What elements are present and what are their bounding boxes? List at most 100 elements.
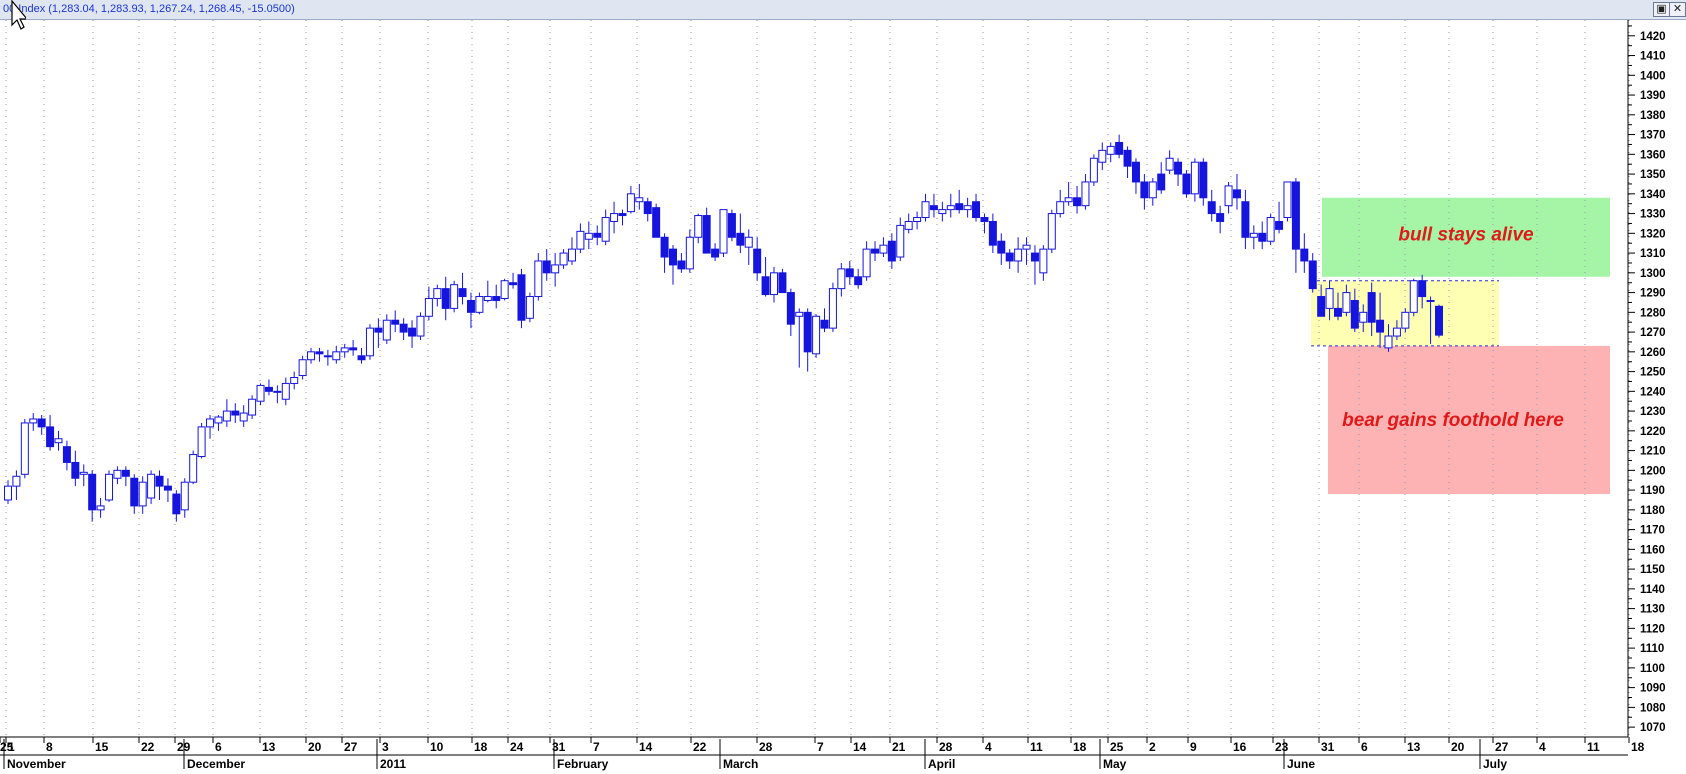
candle-body	[946, 205, 955, 211]
candle-body	[433, 288, 442, 300]
candle-body	[172, 493, 181, 515]
y-tick-label: 1090	[1640, 683, 1666, 695]
candle-body	[567, 248, 576, 262]
candle-body	[1030, 252, 1039, 262]
candle-body	[340, 347, 349, 353]
candle-body	[1047, 213, 1056, 250]
candle-body	[761, 276, 770, 296]
candle-body	[189, 454, 198, 483]
candle-body	[635, 197, 644, 203]
candle-body	[1266, 217, 1275, 242]
candle-body	[551, 264, 560, 274]
candle-body	[357, 355, 366, 361]
candle-body	[46, 426, 55, 448]
candle-body	[1283, 181, 1292, 219]
candle-body	[424, 298, 433, 317]
candle-body	[610, 213, 619, 222]
close-icon[interactable]: ✕	[1669, 2, 1686, 17]
candle-body	[483, 296, 492, 301]
candle-body	[887, 240, 896, 262]
candle-body	[509, 282, 518, 286]
candle-body	[458, 288, 467, 298]
x-day-label: 3	[382, 740, 389, 754]
candle-body	[180, 481, 189, 511]
candle-body	[862, 248, 871, 278]
candle-body	[1350, 299, 1359, 329]
candle-body	[1241, 201, 1250, 238]
candle-body	[105, 473, 114, 501]
x-day-label: 21	[892, 740, 906, 754]
candle-body	[492, 296, 501, 301]
candle-body	[4, 485, 12, 501]
candle-body	[1392, 327, 1401, 337]
candle-body	[542, 260, 551, 274]
candle-body	[1165, 157, 1174, 171]
x-month-label: December	[187, 757, 245, 771]
candle-body	[803, 311, 812, 353]
x-day-label: 15	[95, 740, 109, 754]
y-tick-label: 1250	[1640, 367, 1666, 379]
candle-body	[1056, 201, 1065, 215]
candle-body	[222, 410, 231, 422]
candle-body	[778, 272, 787, 294]
candle-body	[1157, 173, 1166, 191]
candle-body	[71, 461, 80, 479]
candle-body	[29, 418, 38, 424]
y-tick-label: 1350	[1640, 169, 1666, 181]
candle-body	[618, 213, 627, 217]
y-tick-label: 1230	[1640, 406, 1666, 418]
y-tick-label: 1320	[1640, 228, 1666, 240]
candle-body	[972, 201, 981, 219]
candle-body	[1300, 248, 1309, 262]
y-tick-label: 1260	[1640, 347, 1666, 359]
candle-body	[1115, 141, 1124, 155]
candle-body	[1308, 260, 1317, 290]
x-day-label: 25	[1110, 740, 1124, 754]
x-month-label: February	[557, 757, 609, 771]
candle-body	[500, 280, 509, 300]
candle-body	[601, 217, 610, 242]
candle-body	[1249, 232, 1258, 238]
y-tick-label: 1340	[1640, 189, 1666, 201]
candle-body	[1022, 244, 1031, 250]
candle-body	[214, 416, 223, 424]
candle-body	[239, 412, 248, 422]
candle-body	[96, 505, 105, 511]
candle-body	[256, 384, 265, 402]
candle-body	[37, 418, 46, 428]
x-month-label: May	[1103, 757, 1127, 771]
candle-body	[929, 205, 938, 211]
candle-body	[315, 351, 324, 355]
candle-body	[206, 418, 215, 428]
candle-body	[1401, 311, 1410, 329]
x-day-label: 7	[817, 740, 824, 754]
candle-body	[1064, 197, 1073, 203]
x-day-label: 2	[1149, 740, 1156, 754]
x-day-label: 27	[1495, 740, 1509, 754]
candle-body	[79, 471, 88, 475]
restore-icon[interactable]: ▣	[1653, 2, 1670, 17]
candle-body	[88, 473, 97, 511]
candle-body	[871, 248, 880, 254]
candle-body	[231, 410, 240, 416]
candle-body	[854, 276, 863, 286]
candle-body	[702, 215, 711, 254]
candle-body	[1081, 181, 1090, 207]
x-day-label: 14	[639, 740, 653, 754]
x-month-label: March	[723, 757, 758, 771]
y-tick-label: 1370	[1640, 130, 1666, 142]
candle-body	[668, 248, 677, 266]
candle-body	[1275, 220, 1284, 230]
candle-body	[323, 355, 332, 358]
ohlc-readout: (1,283.04, 1,283.93, 1,267.24, 1,268.45,…	[48, 3, 295, 15]
x-day-label: 20	[1451, 740, 1465, 754]
candle-body	[559, 252, 568, 266]
candle-body	[197, 426, 206, 458]
candle-body	[1039, 248, 1048, 274]
candle-body	[138, 481, 147, 507]
candle-body	[534, 260, 543, 298]
candle-body	[408, 327, 417, 337]
candle-body	[980, 217, 989, 222]
candle-body	[54, 438, 63, 444]
candle-body	[744, 236, 753, 248]
